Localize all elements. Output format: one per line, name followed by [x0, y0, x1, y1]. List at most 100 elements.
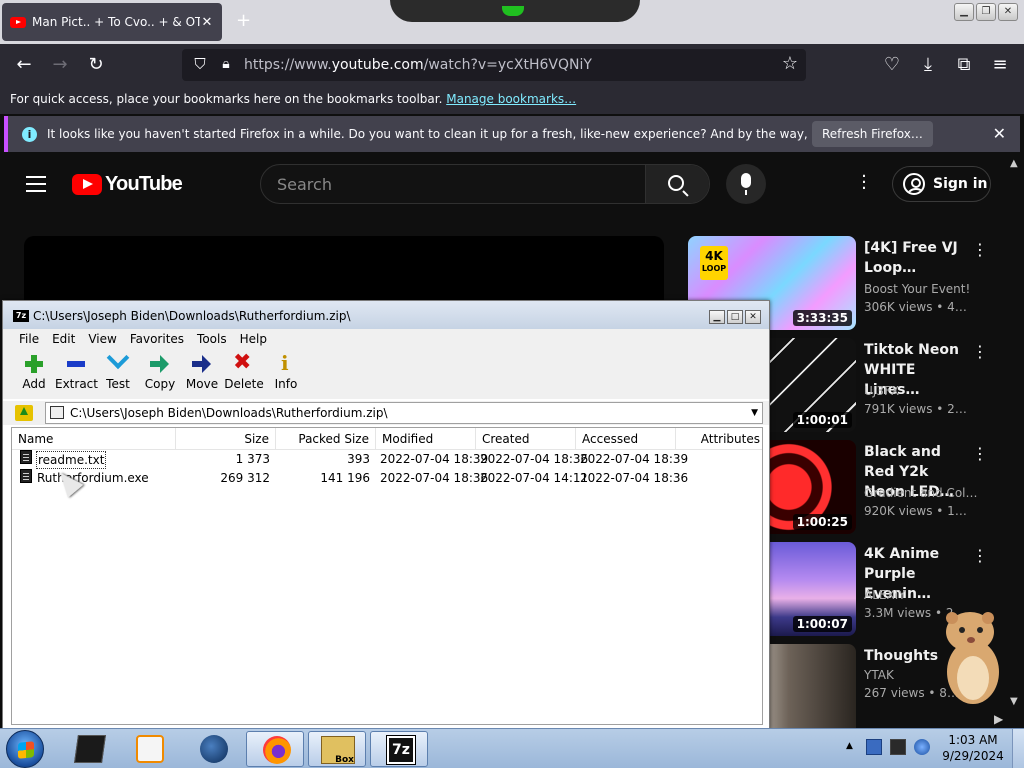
maximize-button[interactable]: □ [727, 310, 743, 324]
tab-close-button[interactable]: ✕ [200, 15, 214, 30]
column-name[interactable]: Name [12, 428, 176, 450]
add-icon [25, 355, 43, 373]
sign-in-button[interactable]: Sign in [892, 166, 991, 202]
menu-help[interactable]: Help [240, 329, 267, 349]
tab-youtube[interactable]: Man Pict.. + To Cvo.. + & OTHER ✕ [2, 3, 222, 41]
extensions-icon[interactable]: ⧉ [952, 54, 976, 76]
more-actions-icon[interactable]: ⋮ [972, 546, 988, 565]
reload-icon[interactable]: ↻ [84, 54, 108, 76]
channel-name[interactable]: ALEXIY [864, 588, 906, 602]
menu-file[interactable]: File [19, 329, 39, 349]
file-accessed: 2022-07-04 18:36 [580, 471, 689, 485]
search-button[interactable] [645, 165, 709, 203]
taskbar-app-7zip[interactable]: 7z [370, 731, 428, 767]
volume-icon[interactable] [914, 739, 930, 755]
downloads-icon[interactable]: ⤓ [916, 54, 940, 76]
file-list[interactable]: Name Size Packed Size Modified Created A… [11, 427, 763, 725]
new-tab-button[interactable]: + [236, 10, 251, 31]
taskbar-app-firefox[interactable] [246, 731, 304, 767]
search-box[interactable]: Search [260, 164, 710, 204]
7zip-file-manager-window[interactable]: 7z C:\Users\Joseph Biden\Downloads\Ruthe… [2, 300, 770, 730]
video-title[interactable]: [4K] Free VJ Loop… [864, 238, 968, 278]
menu-tools[interactable]: Tools [197, 329, 227, 349]
hamburger-menu-icon[interactable]: ≡ [988, 54, 1012, 76]
network-icon[interactable] [890, 739, 906, 755]
start-button[interactable] [6, 730, 44, 768]
more-actions-icon[interactable]: ⋮ [972, 444, 988, 463]
menu-view[interactable]: View [88, 329, 116, 349]
column-attributes[interactable]: Attributes [676, 428, 762, 450]
show-hidden-icons-icon[interactable]: ▲ [846, 741, 853, 751]
maximize-button[interactable]: ❐ [976, 3, 996, 21]
system-clock[interactable]: 1:03 AM 9/29/2024 [938, 732, 1008, 764]
minimize-button[interactable]: ▁ [954, 3, 974, 21]
tray-app-icon[interactable] [866, 739, 882, 755]
youtube-play-logo-icon [72, 174, 102, 195]
youtube-logo[interactable]: YouTube [72, 173, 183, 196]
video-duration: 3:33:35 [792, 310, 852, 326]
move-button[interactable]: Move [181, 349, 223, 399]
pocket-icon[interactable]: ♡ [880, 54, 904, 76]
path-combobox[interactable]: C:\Users\Joseph Biden\Downloads\Rutherfo… [45, 402, 763, 424]
refresh-firefox-button[interactable]: Refresh Firefox… [812, 121, 933, 147]
column-accessed[interactable]: Accessed [576, 428, 676, 450]
column-created[interactable]: Created [476, 428, 576, 450]
lock-icon[interactable]: 🔒︎ [214, 53, 238, 75]
channel-name[interactable]: Gradient and Col… [864, 486, 978, 500]
copy-button[interactable]: Copy [139, 349, 181, 399]
close-window-button[interactable]: ✕ [745, 310, 761, 324]
shield-icon[interactable]: ⛉ [188, 53, 212, 75]
column-modified[interactable]: Modified [376, 428, 476, 450]
extract-button[interactable]: Extract [55, 349, 98, 399]
settings-more-icon[interactable]: · · · [860, 168, 868, 198]
show-desktop-button[interactable] [1012, 729, 1024, 768]
delete-button[interactable]: ✖ Delete [223, 349, 265, 399]
test-button[interactable]: Test [97, 346, 139, 399]
taskbar-app-globe[interactable] [184, 731, 242, 767]
taskbar-app-terminal[interactable] [60, 731, 118, 767]
video-metadata: 920K views • 1… [864, 504, 967, 518]
url-host: youtube.com [331, 57, 424, 73]
guide-menu-icon[interactable] [26, 176, 46, 197]
channel-name[interactable]: Boost Your Event! [864, 282, 970, 296]
channel-name[interactable]: UJ3FX [864, 384, 899, 398]
menu-favorites[interactable]: Favorites [130, 329, 184, 349]
taskbar-app-box[interactable]: Box [308, 731, 366, 767]
video-duration: 1:00:01 [792, 412, 852, 428]
window-title-bar[interactable]: 7z C:\Users\Joseph Biden\Downloads\Ruthe… [3, 301, 769, 329]
bookmark-star-icon[interactable]: ☆ [778, 53, 802, 75]
video-duration: 1:00:07 [792, 616, 852, 632]
box-app-icon: Box [321, 736, 355, 765]
minimize-button[interactable]: ▁ [709, 310, 725, 324]
manage-bookmarks-link[interactable]: Manage bookmarks… [446, 92, 576, 106]
table-row[interactable]: Rutherfordium.exe 269 312 141 196 2022-0… [12, 469, 762, 488]
column-packed-size[interactable]: Packed Size [276, 428, 376, 450]
more-actions-icon[interactable]: ⋮ [972, 240, 988, 259]
chevron-down-icon[interactable]: ▼ [751, 403, 758, 423]
more-actions-icon[interactable]: ⋮ [972, 342, 988, 361]
back-arrow-icon[interactable]: ← [12, 54, 36, 76]
search-input[interactable]: Search [277, 175, 332, 194]
file-created: 2022-07-04 14:11 [480, 471, 589, 485]
badge-4k-text: 4K [705, 249, 723, 263]
close-window-button[interactable]: ✕ [998, 3, 1018, 21]
voice-search-button[interactable] [726, 164, 766, 204]
list-header: Name Size Packed Size Modified Created A… [12, 428, 762, 450]
taskbar-app-media-player[interactable] [120, 731, 178, 767]
file-name: readme.txt [36, 451, 107, 469]
forward-arrow-icon[interactable]: → [48, 54, 72, 76]
account-icon [903, 173, 925, 195]
notification-close-icon[interactable]: ✕ [993, 124, 1006, 143]
info-icon: i [281, 351, 289, 375]
scrollbar-down-arrow[interactable]: ▼ [1010, 696, 1018, 707]
url-bar[interactable]: ⛉ 🔒︎ https://www. youtube.com/watch?v=ycX… [182, 49, 806, 81]
menu-edit[interactable]: Edit [52, 329, 75, 349]
channel-name[interactable]: YTAK [864, 668, 894, 682]
table-row[interactable]: readme.txt 1 373 393 2022-07-04 18:39 20… [12, 450, 762, 469]
info-button[interactable]: i Info [265, 349, 307, 399]
scrollbar-up-arrow[interactable]: ▲ [1010, 158, 1018, 169]
add-button[interactable]: Add [13, 349, 55, 399]
column-size[interactable]: Size [176, 428, 276, 450]
window-controls: ▁ □ ✕ [709, 310, 761, 324]
folder-up-icon[interactable] [15, 405, 33, 421]
